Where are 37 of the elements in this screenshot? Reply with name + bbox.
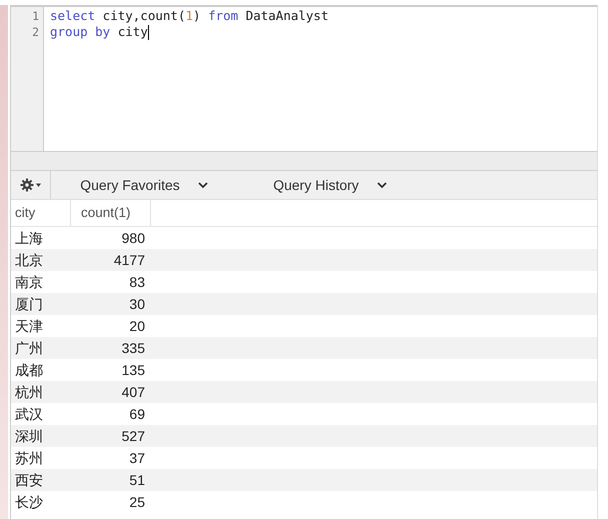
- table-cell-text: 527: [120, 427, 146, 446]
- table-cell-text: 南京: [14, 273, 44, 292]
- line-number: 1: [31, 8, 39, 24]
- code-line: select city,count(1) from DataAnalyst: [50, 8, 328, 24]
- dropdown-tab[interactable]: Query History: [237, 171, 423, 199]
- table-cell-text: 武汉: [14, 405, 44, 424]
- table-cell-text: 407: [120, 383, 146, 402]
- column-header[interactable]: city: [11, 200, 71, 226]
- table-cell-text: 北京: [14, 251, 44, 270]
- chevron-down-icon: [198, 182, 208, 188]
- table-cell-text: 上海: [14, 229, 44, 248]
- table-cell-text: 杭州: [14, 383, 44, 402]
- table-cell-text: 长沙: [14, 493, 44, 512]
- code-line: group by city: [50, 24, 148, 40]
- table-cell-text: 30: [128, 295, 146, 314]
- table-cell-text: 厦门: [14, 295, 44, 314]
- chevron-down-icon: [376, 182, 387, 188]
- table-cell-text: 20: [128, 317, 146, 336]
- table-cell-text: 37: [128, 449, 146, 468]
- table-cell-text: 135: [120, 361, 146, 380]
- gear-icon: [20, 178, 42, 192]
- dropdown-tab[interactable]: Query Favorites: [51, 171, 237, 199]
- table-cell-text: 深圳: [14, 427, 44, 446]
- column-header[interactable]: count(1): [71, 200, 151, 226]
- table-cell-text: 苏州: [14, 449, 44, 468]
- table-cell-text: 广州: [14, 339, 44, 358]
- table-cell-text: 51: [128, 471, 146, 490]
- table-cell-text: 25: [128, 493, 146, 512]
- table-cell-text: 4177: [112, 251, 146, 270]
- table-cell-text: 西安: [14, 471, 44, 490]
- table-cell-text: 成都: [14, 361, 44, 380]
- line-number: 2: [31, 24, 39, 40]
- table-cell-text: 335: [120, 339, 146, 358]
- table-cell-text: 69: [128, 405, 146, 424]
- table-cell-text: 980: [120, 229, 146, 248]
- table-cell-text: 天津: [14, 317, 44, 336]
- table-cell-text: 83: [128, 273, 146, 292]
